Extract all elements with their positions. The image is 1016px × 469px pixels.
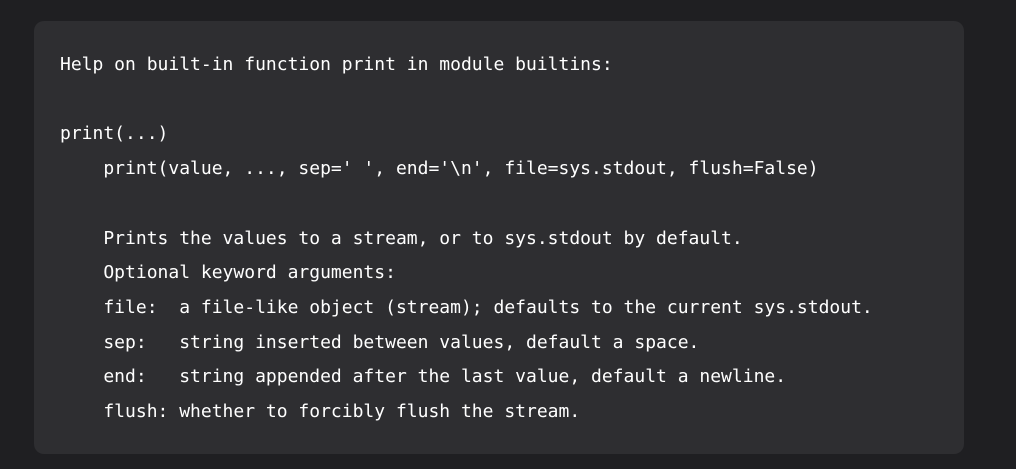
- code-line-help-header: Help on built-in function print in modul…: [60, 54, 613, 75]
- code-line-arg-sep: sep: string inserted between values, def…: [60, 332, 700, 353]
- code-line-signature-name: print(...): [60, 123, 169, 144]
- code-output-block[interactable]: Help on built-in function print in modul…: [34, 21, 964, 454]
- code-line-signature: print(value, ..., sep=' ', end='\n', fil…: [60, 158, 819, 179]
- page: Help on built-in function print in modul…: [0, 0, 1016, 469]
- code-line-arg-end: end: string appended after the last valu…: [60, 366, 787, 387]
- code-line-arg-flush: flush: whether to forcibly flush the str…: [60, 401, 581, 422]
- code-line-description: Prints the values to a stream, or to sys…: [60, 228, 743, 249]
- code-line-arg-file: file: a file-like object (stream); defau…: [60, 297, 873, 318]
- code-line-optional-header: Optional keyword arguments:: [60, 262, 396, 283]
